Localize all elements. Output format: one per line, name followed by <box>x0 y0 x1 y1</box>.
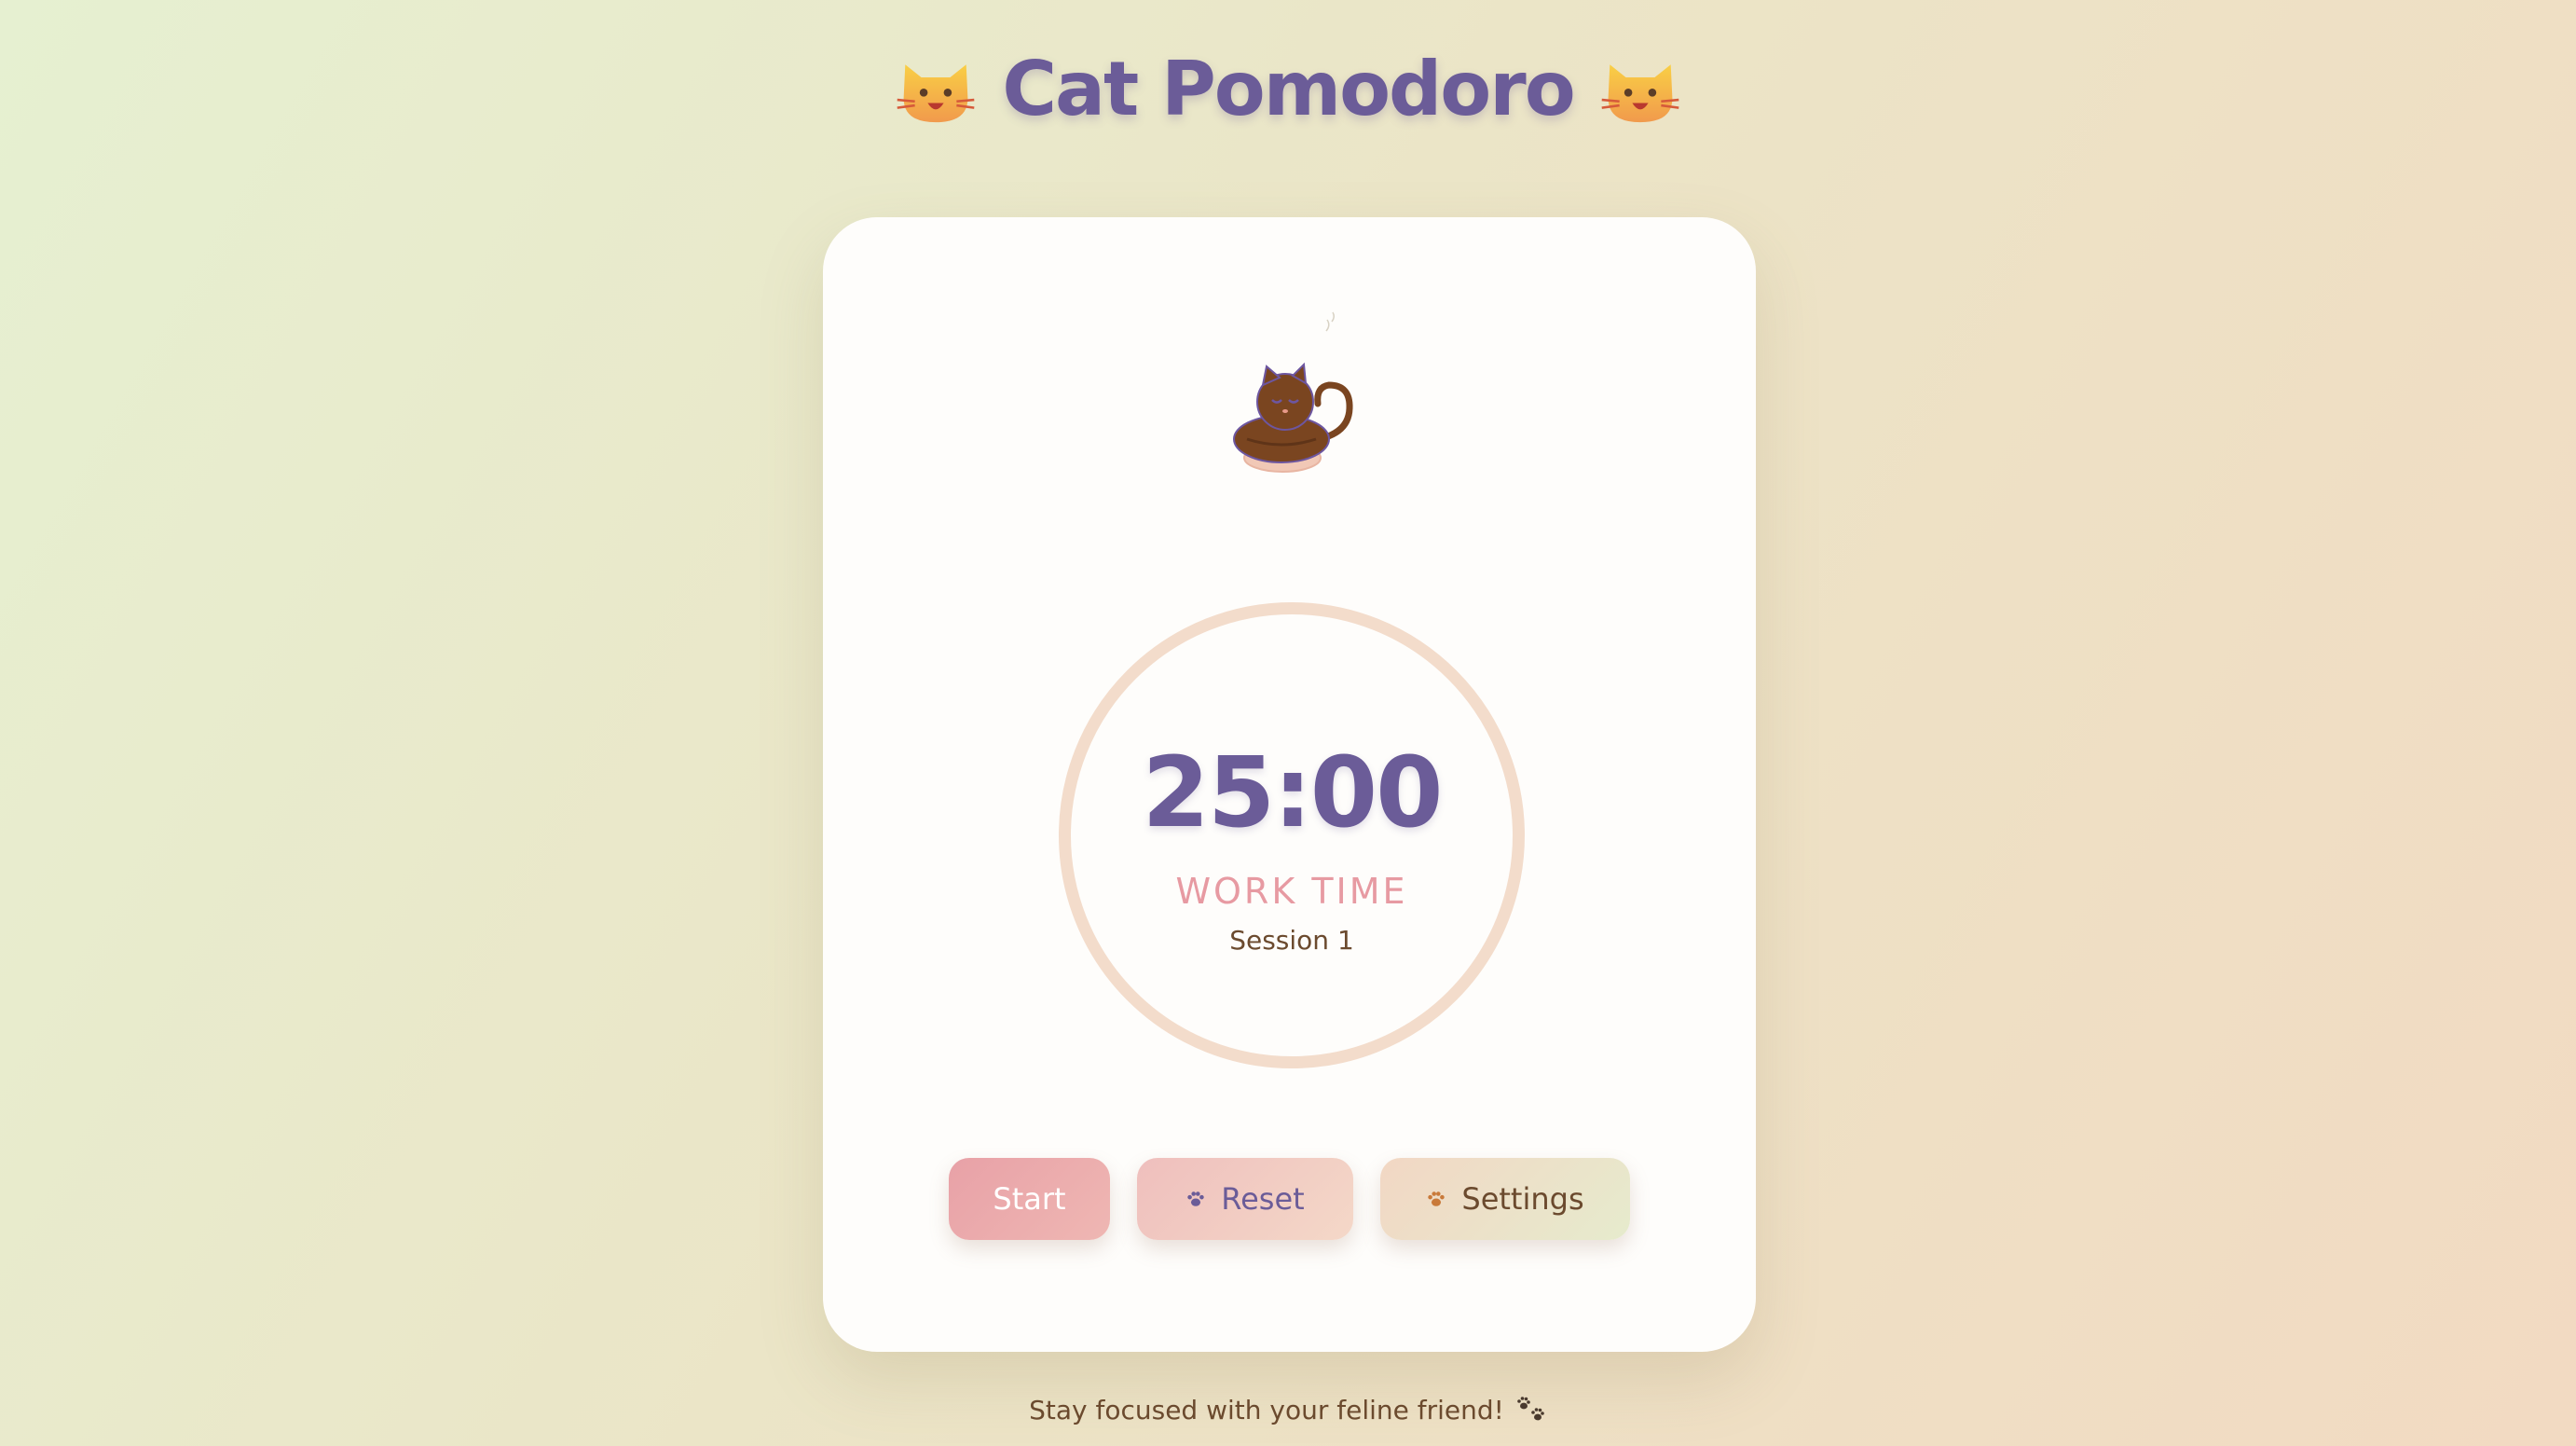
paw-icon <box>1428 1191 1446 1206</box>
footer: Stay focused with your feline friend! <box>0 1387 2576 1432</box>
page-header: Cat Pomodoro <box>0 37 2576 140</box>
timer-mode-label: WORK TIME <box>1175 871 1408 912</box>
footer-text: Stay focused with your feline friend! <box>1029 1394 1504 1425</box>
paw-prints-icon <box>1517 1397 1544 1421</box>
reset-button-label: Reset <box>1221 1181 1305 1217</box>
app-title: Cat Pomodoro <box>1002 45 1575 132</box>
cat-face-icon <box>1601 64 1679 123</box>
timer-display: 25:00 <box>1142 736 1443 849</box>
paw-icon <box>1187 1191 1205 1206</box>
settings-button[interactable]: Settings <box>1380 1158 1630 1240</box>
cat-face-icon <box>897 64 975 123</box>
settings-button-label: Settings <box>1461 1181 1584 1217</box>
timer-card: 25:00 WORK TIME Session 1 Start Reset Se… <box>823 217 1756 1352</box>
session-label: Session 1 <box>1229 925 1354 956</box>
reset-button[interactable]: Reset <box>1137 1158 1353 1240</box>
start-button-label: Start <box>993 1181 1066 1217</box>
timer-ring: 25:00 WORK TIME Session 1 <box>1059 602 1525 1068</box>
sleeping-cat-illustration <box>1233 311 1353 473</box>
start-button[interactable]: Start <box>949 1158 1110 1240</box>
